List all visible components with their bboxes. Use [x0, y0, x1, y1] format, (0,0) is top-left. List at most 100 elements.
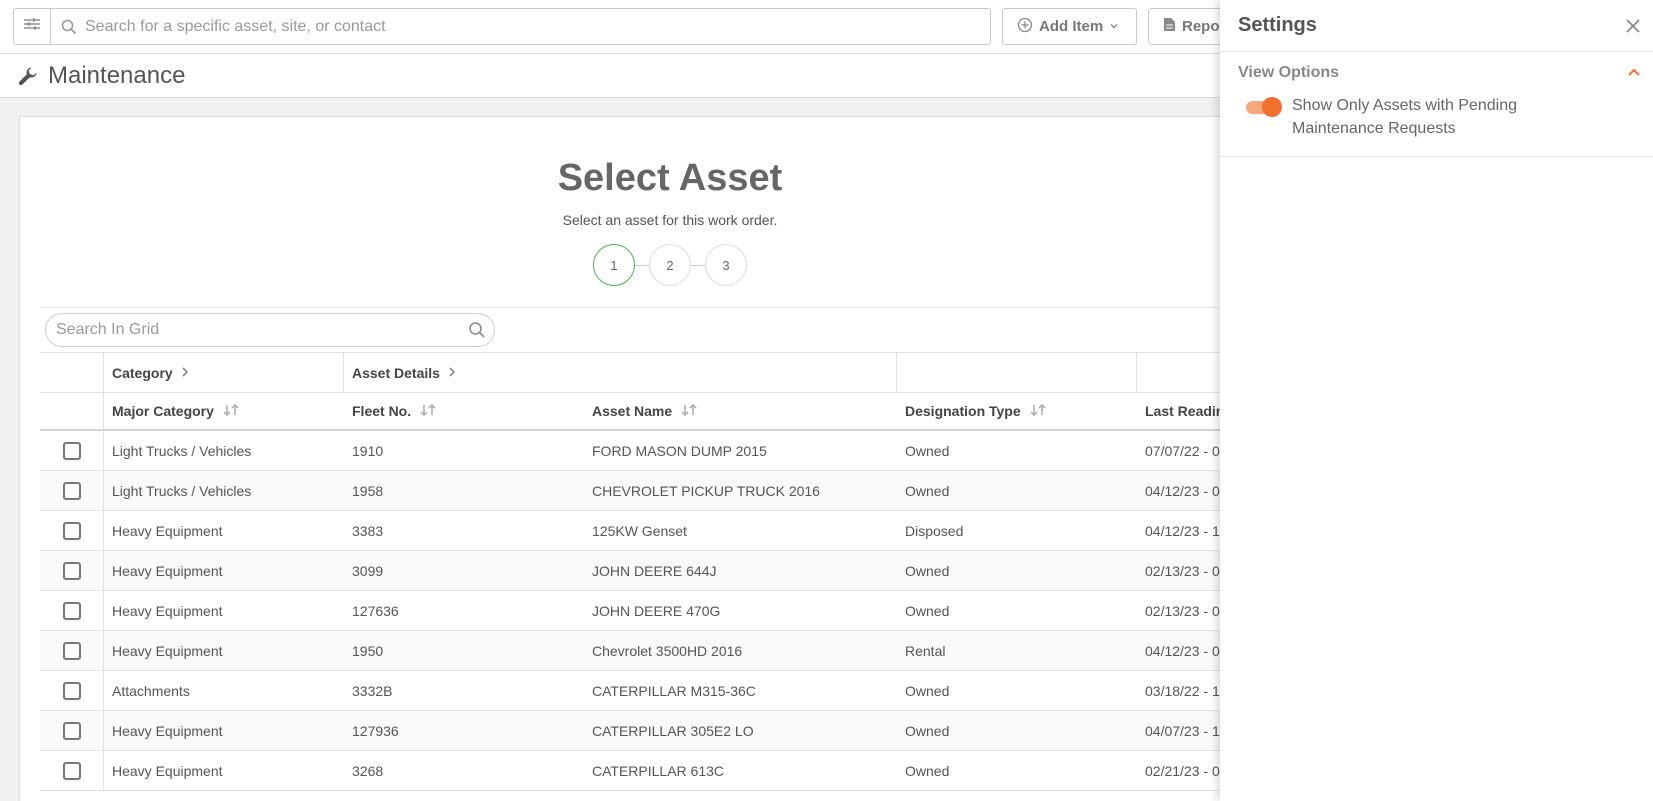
column-header-row: Major Category Fleet No. Asset Name Desi…: [40, 393, 1320, 431]
row-checkbox[interactable]: [62, 681, 81, 700]
asset-selection-card: Select Asset Select an asset for this wo…: [19, 116, 1320, 801]
cell-fleet-no: 127636: [352, 602, 399, 619]
group-asset-details[interactable]: Asset Details: [344, 353, 897, 392]
group-asset-details-label: Asset Details: [352, 364, 440, 381]
sort-icon[interactable]: [222, 403, 240, 419]
cell-fleet-no: 3099: [352, 562, 384, 579]
row-checkbox[interactable]: [62, 641, 81, 660]
header-asset-name-label: Asset Name: [592, 403, 673, 419]
cell-major-category: Light Trucks / Vehicles: [112, 442, 252, 459]
grid-toolbar: [40, 308, 1320, 353]
step-1[interactable]: 1: [593, 244, 635, 286]
filter-button[interactable]: [13, 8, 51, 45]
grid-search-input[interactable]: [56, 321, 446, 339]
sort-icon[interactable]: [1029, 403, 1047, 419]
header-asset-name[interactable]: Asset Name: [584, 403, 897, 419]
cell-asset-name: 125KW Genset: [592, 522, 687, 539]
group-spacer: [40, 353, 104, 392]
header-fleet-no[interactable]: Fleet No.: [344, 403, 584, 419]
row-checkbox[interactable]: [62, 521, 81, 540]
wizard-steps: 1 2 3: [20, 244, 1320, 286]
grid-search: [45, 313, 495, 347]
settings-panel: Settings View Options Show Only Assets w…: [1220, 0, 1653, 801]
cell-asset-name: JOHN DEERE 470G: [592, 602, 721, 619]
cell-major-category: Heavy Equipment: [112, 602, 223, 619]
group-category[interactable]: Category: [104, 353, 344, 392]
chevron-down-icon: [1109, 18, 1119, 35]
cell-designation-type: Owned: [905, 442, 950, 459]
page-title: Maintenance: [48, 61, 186, 89]
step-2[interactable]: 2: [649, 244, 691, 286]
group-category-label: Category: [112, 364, 173, 381]
sort-icon[interactable]: [419, 403, 437, 419]
row-checkbox[interactable]: [62, 721, 81, 740]
cell-major-category: Attachments: [112, 682, 190, 699]
cell-asset-name: Chevrolet 3500HD 2016: [592, 642, 743, 659]
chevron-right-icon: [181, 365, 189, 381]
pending-maintenance-label: Show Only Assets with Pending Maintenanc…: [1292, 97, 1518, 137]
header-designation-type-label: Designation Type: [905, 403, 1021, 419]
cell-major-category: Heavy Equipment: [112, 522, 223, 539]
row-checkbox[interactable]: [62, 761, 81, 780]
step-connector: [691, 264, 705, 266]
view-options-title: View Options: [1238, 64, 1340, 81]
cell-designation-type: Owned: [905, 602, 950, 619]
table-row[interactable]: Heavy Equipment 1950 Chevrolet 3500HD 20…: [40, 631, 1320, 671]
header-fleet-no-label: Fleet No.: [352, 403, 412, 419]
row-checkbox[interactable]: [62, 441, 81, 460]
add-item-button[interactable]: Add Item: [1002, 8, 1137, 45]
cell-fleet-no: 3332B: [352, 682, 393, 699]
sliders-icon: [24, 17, 40, 36]
settings-title: Settings: [1238, 14, 1317, 36]
row-select-cell: [40, 631, 104, 670]
row-select-cell: [40, 511, 104, 550]
cell-fleet-no: 1950: [352, 642, 384, 659]
document-icon: [1163, 17, 1176, 36]
settings-header: Settings: [1220, 0, 1653, 52]
table-row[interactable]: Heavy Equipment 127936 CATERPILLAR 305E2…: [40, 711, 1320, 751]
step-3[interactable]: 3: [705, 244, 747, 286]
header-designation-type[interactable]: Designation Type: [897, 403, 1137, 419]
cell-major-category: Heavy Equipment: [112, 562, 223, 579]
table-row[interactable]: Heavy Equipment 3099 JOHN DEERE 644J Own…: [40, 551, 1320, 591]
cell-major-category: Heavy Equipment: [112, 722, 223, 739]
table-row[interactable]: Heavy Equipment 3268 CATERPILLAR 613C Ow…: [40, 751, 1320, 791]
sort-icon[interactable]: [680, 403, 698, 419]
row-checkbox[interactable]: [62, 481, 81, 500]
toggle-knob: [1262, 97, 1282, 117]
row-checkbox[interactable]: [62, 561, 81, 580]
chevron-right-icon: [448, 365, 456, 381]
cell-fleet-no: 127936: [352, 722, 399, 739]
table-row[interactable]: Attachments 3332B CATERPILLAR M315-36C O…: [40, 671, 1320, 711]
table-row[interactable]: Heavy Equipment 3383 125KW Genset Dispos…: [40, 511, 1320, 551]
cell-asset-name: CATERPILLAR M315-36C: [592, 682, 756, 699]
cell-designation-type: Owned: [905, 762, 950, 779]
cell-major-category: Light Trucks / Vehicles: [112, 482, 252, 499]
table-row[interactable]: Light Trucks / Vehicles 1910 FORD MASON …: [40, 431, 1320, 471]
close-icon[interactable]: [1625, 18, 1641, 34]
column-group-row: Category Asset Details: [40, 353, 1320, 393]
cell-designation-type: Owned: [905, 562, 950, 579]
global-search-input[interactable]: [85, 17, 965, 36]
row-checkbox[interactable]: [62, 601, 81, 620]
table-row[interactable]: Heavy Equipment 127636 JOHN DEERE 470G O…: [40, 591, 1320, 631]
asset-grid: Category Asset Details Major Category Fl…: [40, 307, 1320, 791]
step-connector: [635, 264, 649, 266]
row-select-cell: [40, 751, 104, 790]
wizard-title: Select Asset: [557, 157, 783, 199]
cell-designation-type: Owned: [905, 722, 950, 739]
search-icon[interactable]: [468, 321, 486, 339]
header-major-category[interactable]: Major Category: [104, 403, 344, 419]
row-select-cell: [40, 431, 104, 470]
table-row[interactable]: Light Trucks / Vehicles 1958 CHEVROLET P…: [40, 471, 1320, 511]
cell-designation-type: Disposed: [905, 522, 964, 539]
view-options-header[interactable]: View Options: [1220, 52, 1653, 94]
header-major-category-label: Major Category: [112, 403, 214, 419]
chevron-up-icon[interactable]: [1627, 64, 1641, 82]
wizard-subtitle: Select an asset for this work order.: [562, 212, 778, 228]
pending-maintenance-toggle[interactable]: [1246, 97, 1282, 117]
row-select-cell: [40, 711, 104, 750]
group-empty: [897, 353, 1137, 392]
cell-fleet-no: 3268: [352, 762, 384, 779]
cell-asset-name: CATERPILLAR 305E2 LO: [592, 722, 754, 739]
